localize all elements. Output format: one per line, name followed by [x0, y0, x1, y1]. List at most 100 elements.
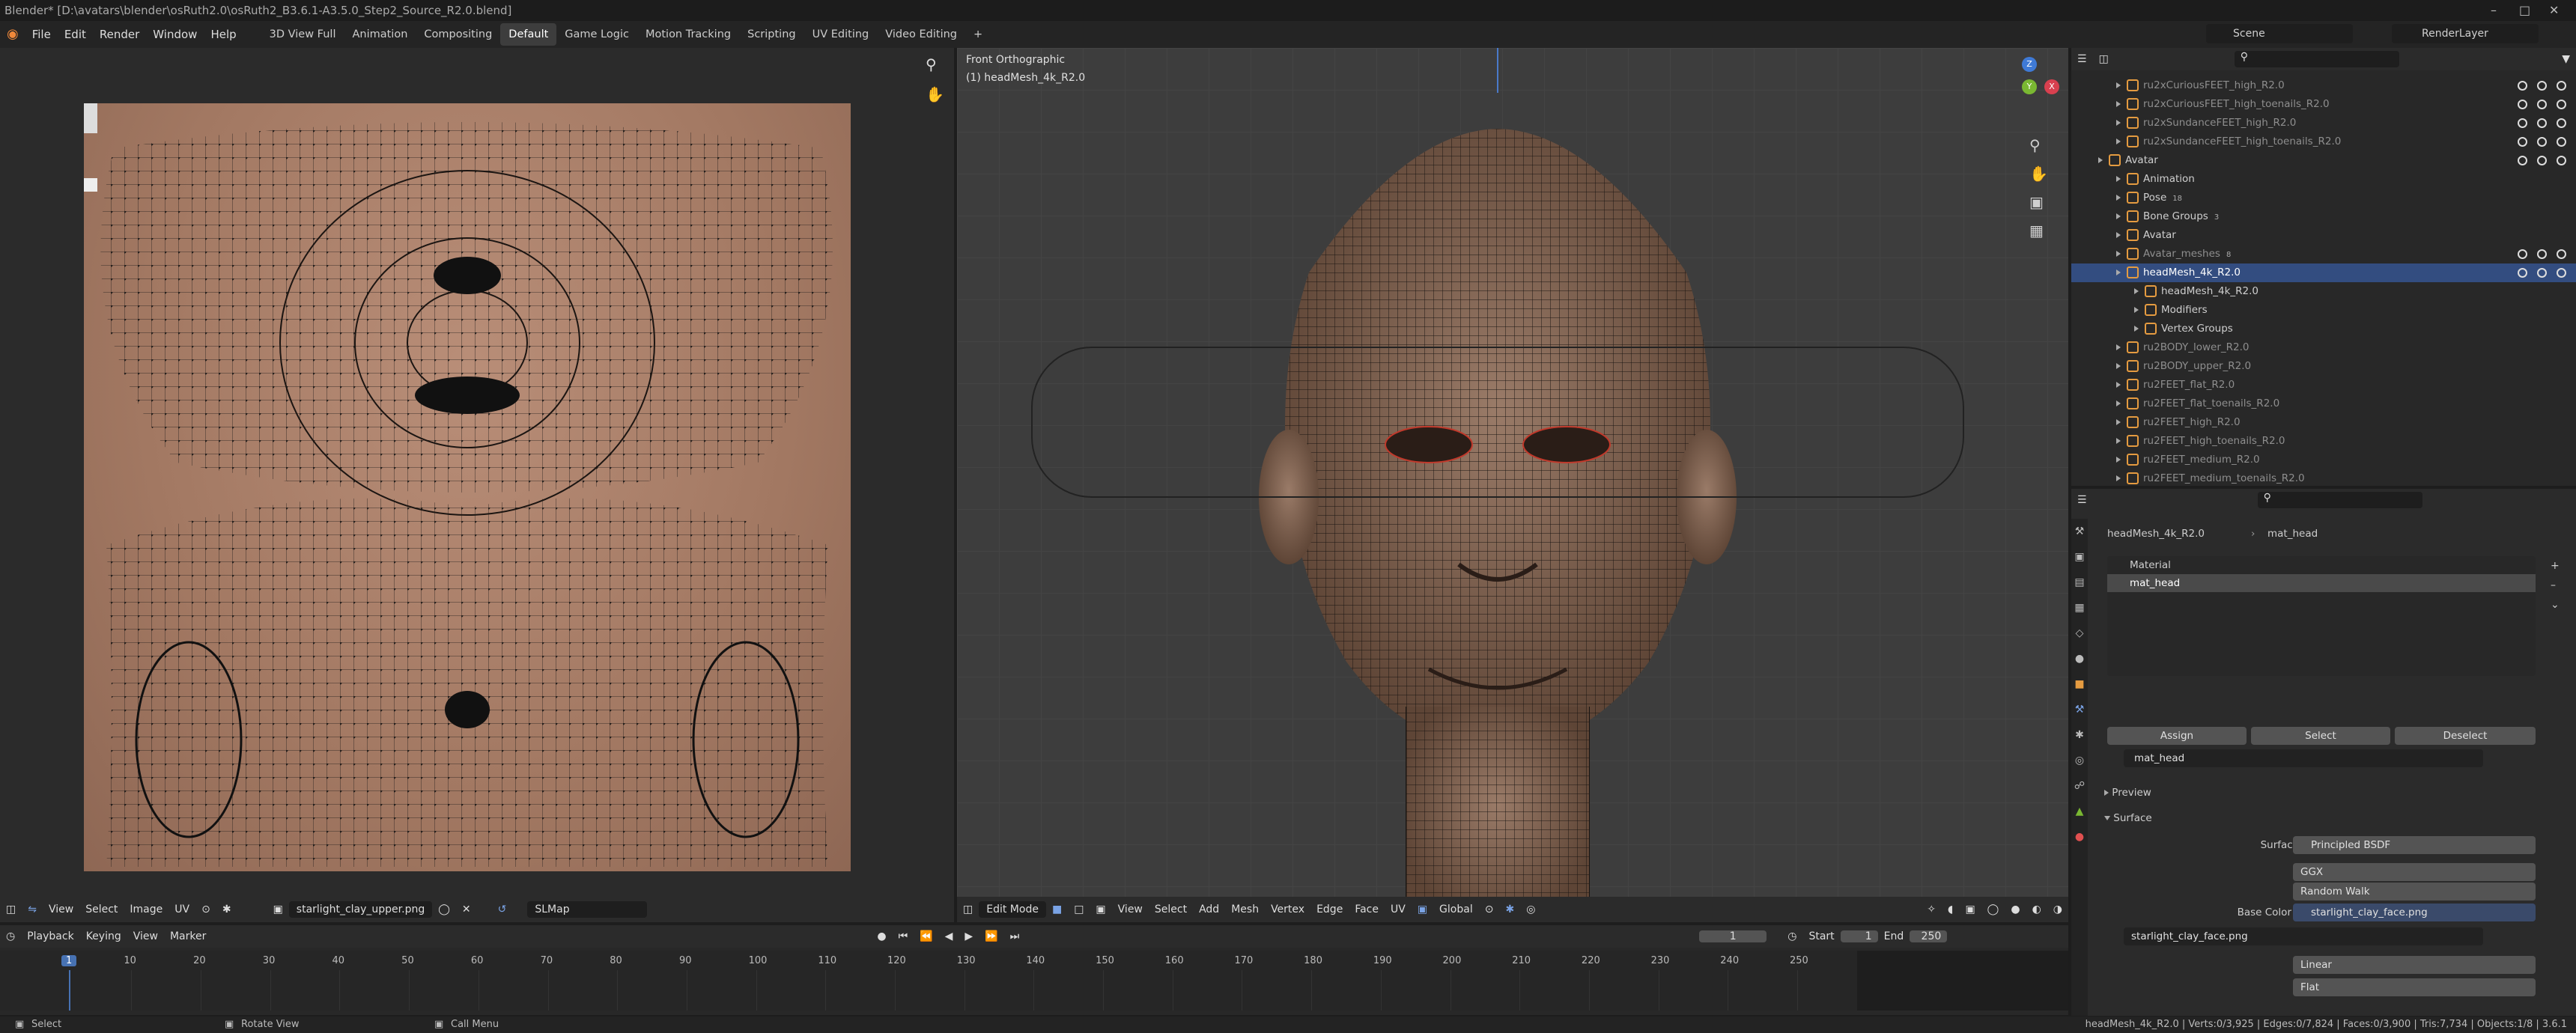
face-select-icon[interactable]: ▣: [1090, 904, 1111, 915]
uv-menu-uv[interactable]: UV: [168, 904, 195, 915]
distribution-dropdown[interactable]: GGX: [2293, 863, 2536, 881]
surface-panel[interactable]: Surface: [2104, 812, 2152, 824]
output-tab-icon[interactable]: ▤: [2071, 570, 2088, 595]
tab-uv-editing[interactable]: UV Editing: [804, 23, 878, 46]
expand-toggle-icon[interactable]: [2116, 438, 2121, 444]
material-slot-list[interactable]: Material mat_head: [2107, 556, 2536, 676]
editor-type-icon[interactable]: ☰: [2071, 494, 2093, 506]
physics-tab-icon[interactable]: ◎: [2071, 748, 2088, 773]
eye-icon[interactable]: [2518, 268, 2527, 278]
camera-visibility-icon[interactable]: [2537, 156, 2547, 165]
outliner-row[interactable]: ru2xCuriousFEET_high_R2.0: [2071, 76, 2576, 95]
vp-menu-add[interactable]: Add: [1193, 904, 1225, 915]
camera-visibility-icon[interactable]: [2537, 137, 2547, 147]
eye-icon[interactable]: [2518, 137, 2527, 147]
editor-type-icon[interactable]: ◷: [0, 930, 21, 942]
uv-icon[interactable]: ▣: [1412, 904, 1433, 915]
menu-render[interactable]: Render: [93, 23, 146, 46]
image-browse-icon[interactable]: ▣: [267, 904, 289, 915]
menu-window[interactable]: Window: [146, 23, 204, 46]
edge-select-icon[interactable]: □: [1068, 904, 1090, 915]
expand-toggle-icon[interactable]: [2116, 475, 2121, 481]
expand-toggle-icon[interactable]: [2116, 82, 2121, 88]
render-visibility-icon[interactable]: [2557, 268, 2566, 278]
expand-toggle-icon[interactable]: [2116, 419, 2121, 425]
tab-default[interactable]: Default: [500, 23, 557, 46]
properties-tab-bar[interactable]: ⚒ ▣ ▤ ▦ ◇ ● ■ ⚒ ✱ ◎ ☍ ▲ ●: [2071, 519, 2088, 1016]
expand-toggle-icon[interactable]: [2134, 326, 2139, 332]
uv-menu-view[interactable]: View: [43, 904, 79, 915]
eye-icon[interactable]: [2518, 249, 2527, 259]
scene-selector[interactable]: Scene: [2206, 24, 2353, 43]
constraints-tab-icon[interactable]: ☍: [2071, 773, 2088, 799]
particles-tab-icon[interactable]: ✱: [2071, 722, 2088, 748]
modifier-tab-icon[interactable]: ⚒: [2071, 697, 2088, 722]
expand-toggle-icon[interactable]: [2116, 382, 2121, 388]
preview-panel[interactable]: Preview: [2104, 787, 2151, 799]
outliner-row[interactable]: ru2FEET_flat_R2.0: [2071, 376, 2576, 394]
expand-toggle-icon[interactable]: [2116, 213, 2121, 219]
camera-visibility-icon[interactable]: [2537, 118, 2547, 128]
deselect-button[interactable]: Deselect: [2395, 727, 2536, 745]
pivot-icon[interactable]: ⊙: [1479, 904, 1500, 915]
world-tab-icon[interactable]: ●: [2071, 646, 2088, 671]
surface-shader-field[interactable]: Principled BSDF: [2293, 836, 2536, 854]
outliner-row[interactable]: ru2xSundanceFEET_high_R2.0: [2071, 114, 2576, 132]
expand-toggle-icon[interactable]: [2116, 101, 2121, 107]
mode-selector[interactable]: Edit Mode: [979, 901, 1046, 918]
base-color-field[interactable]: starlight_clay_face.png: [2293, 904, 2536, 921]
eye-icon[interactable]: [2518, 156, 2527, 165]
editor-type-icon[interactable]: ◫: [957, 904, 979, 915]
outliner-row[interactable]: Pose 18: [2071, 189, 2576, 207]
unlink-icon[interactable]: ✕: [456, 904, 477, 915]
render-layer-selector[interactable]: RenderLayer: [2392, 24, 2539, 43]
tab-animation[interactable]: Animation: [344, 23, 416, 46]
snap-icon[interactable]: ✱: [1499, 904, 1520, 915]
projection-dropdown[interactable]: Flat: [2293, 978, 2536, 996]
expand-toggle-icon[interactable]: [2116, 457, 2121, 463]
expand-toggle-icon[interactable]: [2116, 120, 2121, 126]
render-tab-icon[interactable]: ▣: [2071, 544, 2088, 570]
jump-start-icon[interactable]: ⏮: [893, 930, 914, 942]
zoom-icon[interactable]: ⚲: [926, 55, 937, 73]
proportional-edit-icon[interactable]: ◎: [1520, 904, 1541, 915]
tab-compositing[interactable]: Compositing: [416, 23, 500, 46]
vp-menu-face[interactable]: Face: [1349, 904, 1385, 915]
render-visibility-icon[interactable]: [2557, 81, 2566, 91]
expand-toggle-icon[interactable]: [2116, 195, 2121, 201]
uv-overlay-icon[interactable]: ↺: [492, 904, 513, 915]
expand-toggle-icon[interactable]: [2098, 157, 2103, 163]
editor-type-icon[interactable]: ◫: [0, 904, 22, 915]
material-tab-icon[interactable]: ●: [2071, 824, 2088, 850]
view-layer-tab-icon[interactable]: ▦: [2071, 595, 2088, 621]
snap-icon[interactable]: ✱: [216, 904, 237, 915]
slot-menu-icon[interactable]: ⌄: [2551, 595, 2560, 615]
blender-logo-icon[interactable]: ◉: [0, 23, 25, 46]
tab-video-editing[interactable]: Video Editing: [877, 23, 965, 46]
outliner[interactable]: ☰ ◫ ⚲ ▼ ru2xCuriousFEET_high_R2.0 ru2xCur…: [2071, 48, 2576, 486]
outliner-row[interactable]: Avatar: [2071, 151, 2576, 170]
properties-search-input[interactable]: ⚲: [2257, 492, 2422, 508]
3d-viewport[interactable]: Front Orthographic (1) headMesh_4k_R2.0 …: [957, 48, 2068, 922]
timeline-frames[interactable]: 1 10 20 30 40 50 60 70 80 90 100 110 120 130 140 150 160…: [0, 951, 1857, 1011]
timeline-menu-keying[interactable]: Keying: [80, 930, 127, 942]
tab-3d-view-full[interactable]: 3D View Full: [261, 23, 344, 46]
expand-toggle-icon[interactable]: [2116, 400, 2121, 406]
gizmo-z-axis[interactable]: Z: [2022, 57, 2037, 72]
outliner-row[interactable]: Animation: [2071, 170, 2576, 189]
render-visibility-icon[interactable]: [2557, 249, 2566, 259]
outliner-row[interactable]: Avatar_meshes 8: [2071, 245, 2576, 263]
vp-menu-select[interactable]: Select: [1149, 904, 1193, 915]
render-visibility-icon[interactable]: [2557, 156, 2566, 165]
gizmo-x-axis[interactable]: X: [2044, 79, 2059, 94]
vp-menu-uv[interactable]: UV: [1385, 904, 1412, 915]
shading-material-icon[interactable]: ◐: [2026, 904, 2047, 915]
add-workspace-icon[interactable]: +: [965, 23, 991, 46]
render-visibility-icon[interactable]: [2557, 137, 2566, 147]
scene-tab-icon[interactable]: ◇: [2071, 621, 2088, 646]
data-tab-icon[interactable]: ▲: [2071, 799, 2088, 824]
outliner-search-input[interactable]: ⚲: [2234, 51, 2399, 67]
expand-toggle-icon[interactable]: [2116, 232, 2121, 238]
outliner-row[interactable]: Vertex Groups: [2071, 320, 2576, 338]
expand-toggle-icon[interactable]: [2116, 176, 2121, 182]
